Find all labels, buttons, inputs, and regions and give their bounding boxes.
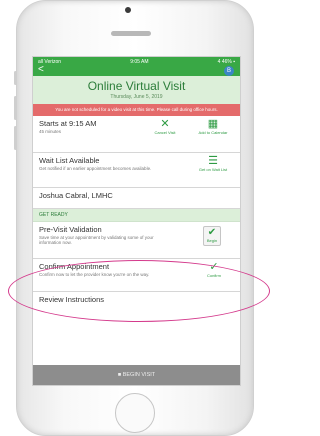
battery-status: 4 46% ▪ [217, 58, 235, 65]
visit-date: Thursday, June 5, 2019 [110, 94, 163, 100]
speaker-grille [111, 31, 151, 36]
waitlist-description: Get notified if an earlier appointment b… [39, 166, 152, 171]
nav-bar: < B [33, 65, 240, 76]
phone-frame: all Verizon 9:05 AM 4 46% ▪ < B Online V… [14, 0, 254, 436]
home-button [115, 393, 155, 433]
mute-switch [14, 71, 17, 85]
avatar[interactable]: B [224, 66, 234, 76]
list-icon: ☰ [208, 155, 218, 167]
volume-up-button [14, 96, 17, 120]
checklist-icon: ✔ [207, 227, 217, 238]
begin-visit-button[interactable]: ■ BEGIN VISIT [33, 365, 240, 385]
waitlist-row: Wait List Available Get notified if an e… [33, 153, 240, 188]
back-arrow-icon[interactable]: < [38, 65, 44, 75]
cancel-visit-button[interactable]: ✕ Cancel Visit [151, 118, 179, 136]
appointment-row: Starts at 9:15 AM 45 minutes ✕ Cancel Vi… [33, 116, 240, 153]
provider-row: Joshua Cabral, LMHC [33, 188, 240, 209]
alert-banner: You are not scheduled for a video visit … [33, 104, 240, 116]
cancel-visit-label: Cancel Visit [154, 130, 176, 135]
get-on-waitlist-label: Get on Wait List [198, 167, 228, 172]
visit-header: Online Virtual Visit Thursday, June 5, 2… [33, 76, 240, 104]
volume-down-button [14, 126, 17, 150]
app-screen: all Verizon 9:05 AM 4 46% ▪ < B Online V… [32, 56, 241, 386]
add-to-calendar-button[interactable]: ▦ Add to Calendar [198, 118, 228, 136]
page-title: Online Virtual Visit [87, 79, 186, 93]
get-ready-section-header: GET READY [33, 209, 240, 222]
previsit-description: Save time at your appointment by validat… [39, 235, 154, 245]
calendar-icon: ▦ [207, 118, 219, 130]
camera-icon [125, 7, 131, 13]
status-bar: all Verizon 9:05 AM 4 46% ▪ [33, 57, 240, 66]
status-time: 9:05 AM [130, 58, 149, 65]
cancel-x-icon: ✕ [160, 118, 170, 130]
provider-name: Joshua Cabral, LMHC [39, 191, 113, 200]
previsit-begin-label: Begin [206, 238, 218, 243]
visit-duration: 45 minutes [39, 129, 62, 134]
highlight-ellipse [8, 260, 270, 322]
previsit-row: Pre-Visit Validation Save time at your a… [33, 222, 240, 259]
get-on-waitlist-button[interactable]: ☰ Get on Wait List [198, 155, 228, 173]
previsit-begin-button[interactable]: ✔ Begin [203, 226, 221, 246]
add-to-calendar-label: Add to Calendar [198, 130, 228, 135]
